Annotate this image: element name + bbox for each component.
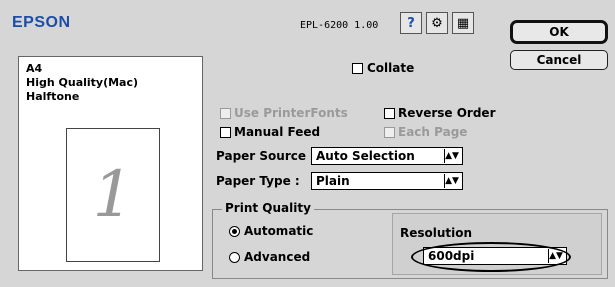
advanced-radio[interactable] [229,252,240,263]
help-glyph: ? [407,15,415,31]
manual-feed-label: Manual Feed [234,125,321,139]
resolution-label: Resolution [400,226,473,240]
settings-glyph: ⚙ [431,15,443,31]
automatic-label: Automatic [244,224,314,238]
preview-paper-size: A4 [26,62,43,75]
each-page-checkbox[interactable] [384,127,395,138]
use-printer-fonts-checkbox[interactable] [220,108,231,119]
print-quality-title: Print Quality [222,201,314,215]
paper-source-value: Auto Selection [316,149,415,163]
paper-type-value: Plain [316,174,350,188]
ok-button[interactable]: OK [510,20,608,44]
paper-type-select[interactable]: Plain ▲▼ [311,172,463,190]
reverse-order-checkbox[interactable] [384,108,395,119]
chevron-updown-icon: ▲▼ [444,149,459,163]
model-version: EPL-6200 1.00 [300,20,379,31]
paper-source-select[interactable]: Auto Selection ▲▼ [311,147,463,165]
paper-source-label: Paper Source : [216,149,315,163]
collate-label: Collate [367,61,415,75]
preview-quality: High Quality(Mac) [26,76,139,89]
epson-logo: EPSON [12,14,71,31]
cancel-button[interactable]: Cancel [510,50,608,70]
manual-feed-checkbox[interactable] [220,127,231,138]
preview-halftone: Halftone [26,90,80,103]
reverse-order-label: Reverse Order [398,106,496,120]
paper-type-label: Paper Type : [216,174,300,188]
highlight-ellipse [411,242,571,272]
help-icon[interactable]: ? [400,12,422,34]
layout-glyph: ▦ [456,15,470,31]
use-printer-fonts-label: Use PrinterFonts [234,106,348,120]
layout-icon[interactable]: ▦ [452,12,474,34]
page-number: 1 [92,158,134,232]
chevron-updown-icon: ▲▼ [444,174,459,188]
advanced-label: Advanced [244,250,311,264]
collate-checkbox[interactable] [352,63,363,74]
each-page-label: Each Page [398,125,468,139]
automatic-radio[interactable] [229,226,240,237]
printer-settings-icon[interactable]: ⚙ [426,12,448,34]
